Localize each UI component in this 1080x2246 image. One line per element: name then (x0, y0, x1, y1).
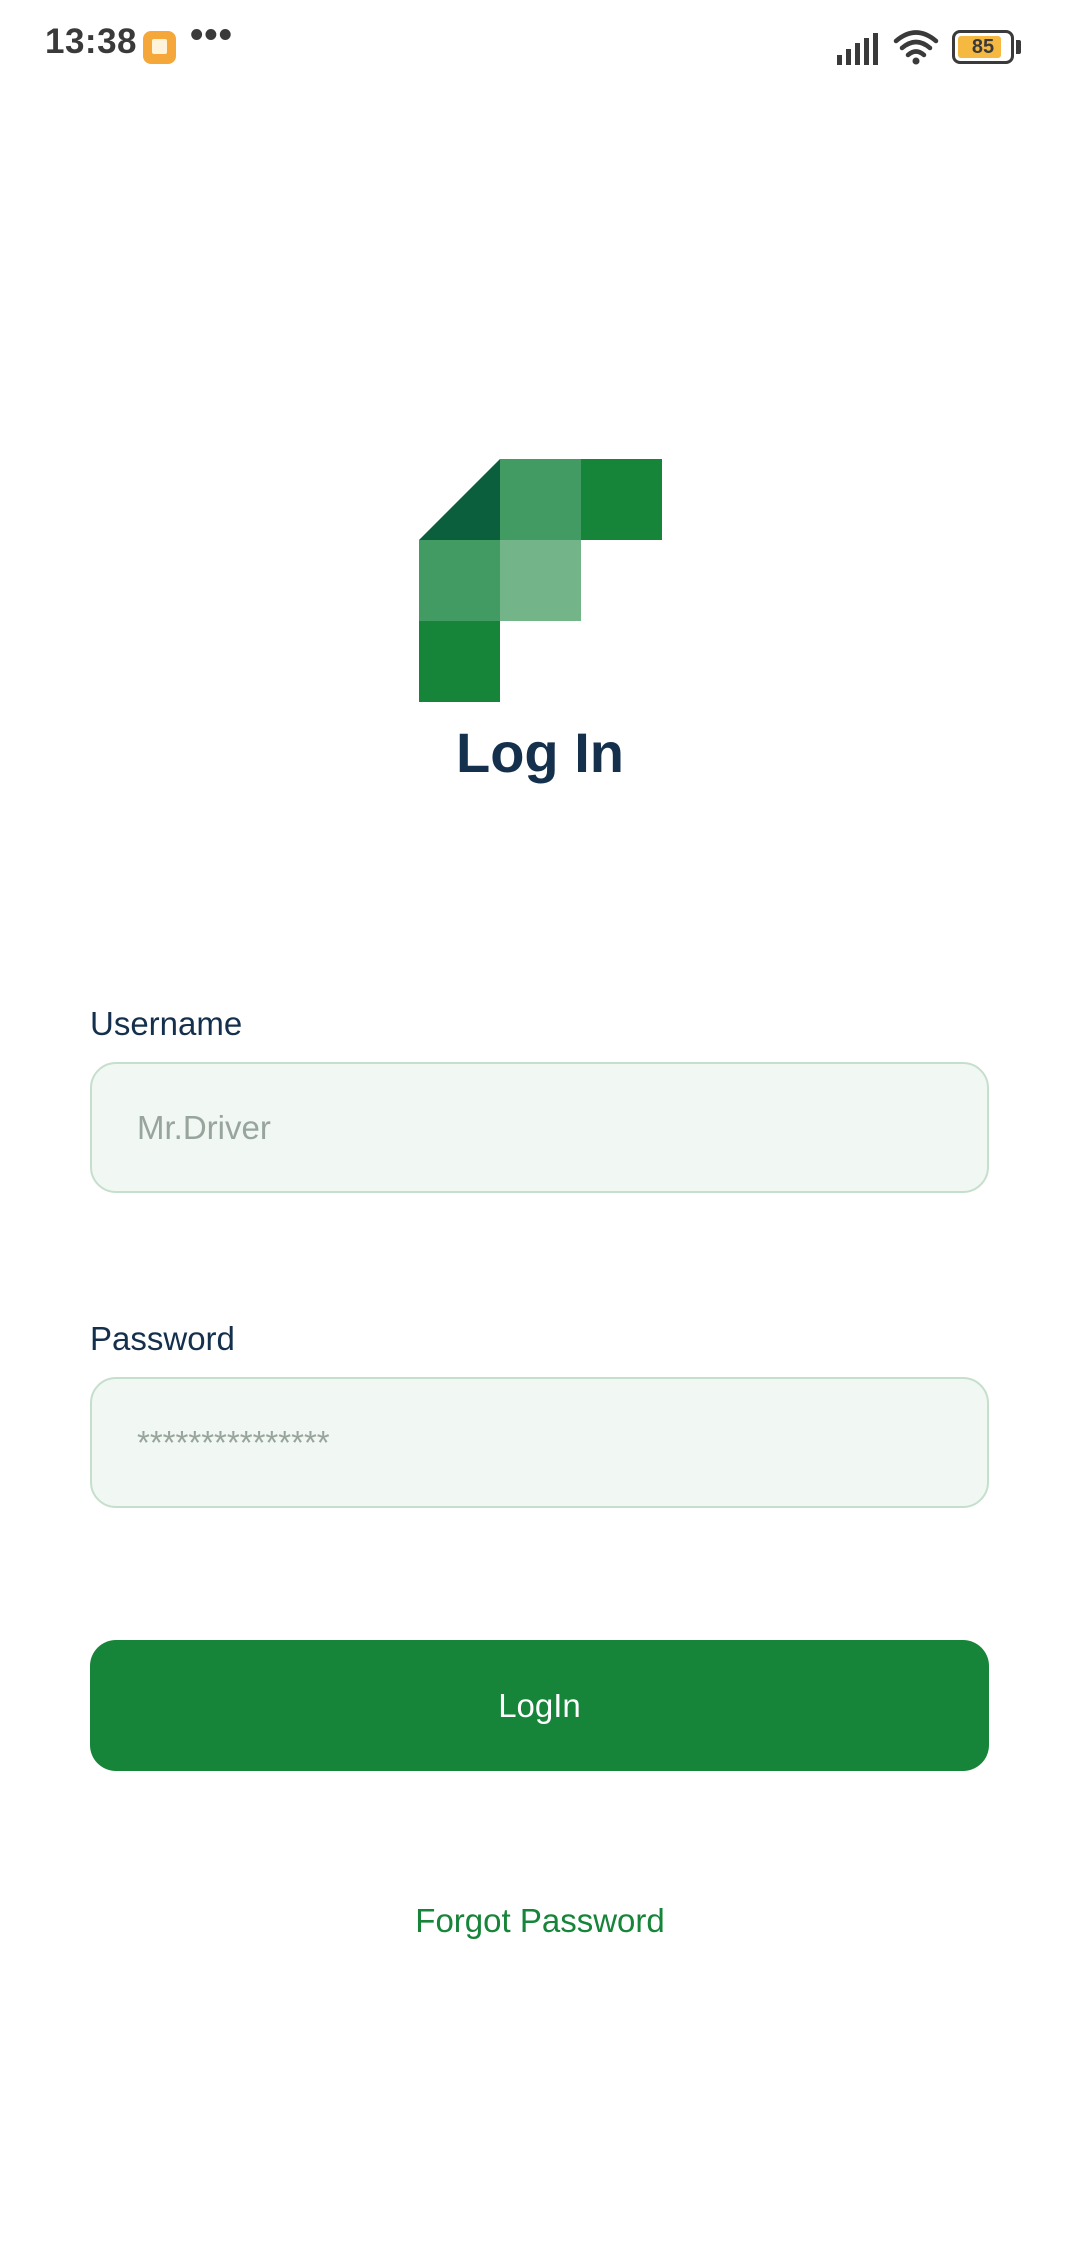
forgot-password-link[interactable]: Forgot Password (0, 1902, 1080, 1940)
page-title: Log In (456, 721, 624, 784)
battery-terminal (1016, 40, 1021, 54)
password-placeholder: *************** (137, 1424, 330, 1461)
username-input[interactable]: Mr.Driver (90, 1062, 989, 1193)
username-placeholder: Mr.Driver (137, 1109, 271, 1146)
signal-icon (837, 33, 878, 65)
battery-level: 85 (971, 36, 995, 58)
status-bar: 13:38 ••• 85 (0, 0, 1080, 96)
username-label: Username (90, 1005, 243, 1042)
app-logo-icon (419, 459, 662, 702)
more-notifications-icon: ••• (190, 14, 233, 56)
login-button[interactable]: LogIn (90, 1640, 989, 1771)
notification-icon (143, 31, 176, 64)
password-label: Password (90, 1320, 235, 1357)
battery-icon: 85 (952, 30, 1014, 64)
wifi-icon (893, 30, 939, 65)
status-time: 13:38 (45, 22, 138, 61)
password-input[interactable]: *************** (90, 1377, 989, 1508)
